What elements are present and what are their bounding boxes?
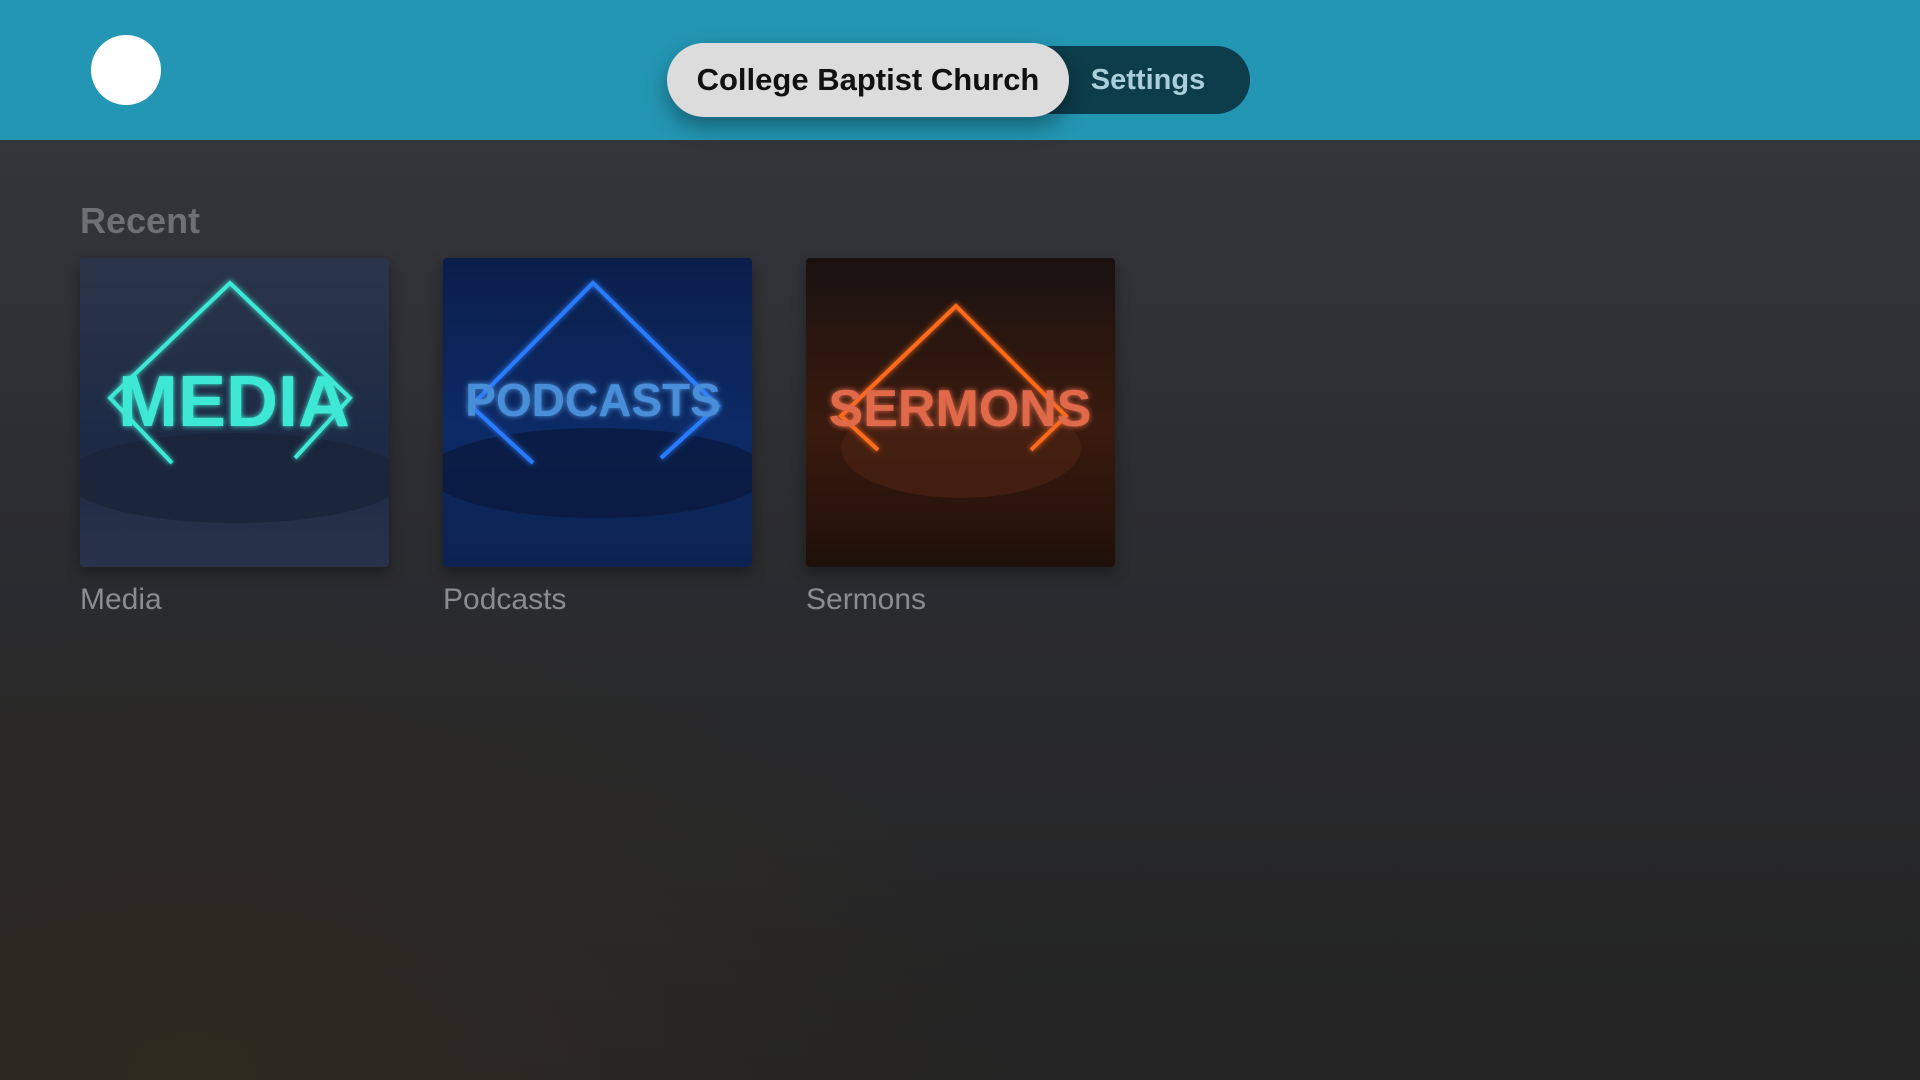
media-card[interactable]: MEDIA bbox=[80, 258, 389, 567]
section-title-recent: Recent bbox=[80, 200, 201, 241]
podcasts-label: Podcasts bbox=[443, 583, 567, 616]
podcasts-card[interactable]: PODCASTS bbox=[443, 258, 752, 567]
profile-avatar[interactable] bbox=[91, 35, 161, 105]
sermons-card[interactable]: SERMONS bbox=[806, 258, 1115, 567]
tab-label: College Baptist Church bbox=[696, 62, 1040, 97]
sermons-artwork: SERMONS bbox=[806, 258, 1115, 567]
tab-college-baptist-church[interactable]: College Baptist Church bbox=[667, 43, 1069, 117]
tab-label: Settings bbox=[1090, 63, 1206, 96]
podcasts-artwork-text: PODCASTS bbox=[465, 374, 721, 426]
sermons-artwork-text: SERMONS bbox=[829, 380, 1092, 438]
sermons-label: Sermons bbox=[806, 583, 927, 616]
media-label: Media bbox=[80, 583, 162, 616]
media-artwork: MEDIA bbox=[80, 258, 389, 567]
tab-settings[interactable]: Settings bbox=[1069, 46, 1227, 114]
media-artwork-text: MEDIA bbox=[118, 362, 350, 442]
podcasts-artwork: PODCASTS bbox=[443, 258, 752, 567]
